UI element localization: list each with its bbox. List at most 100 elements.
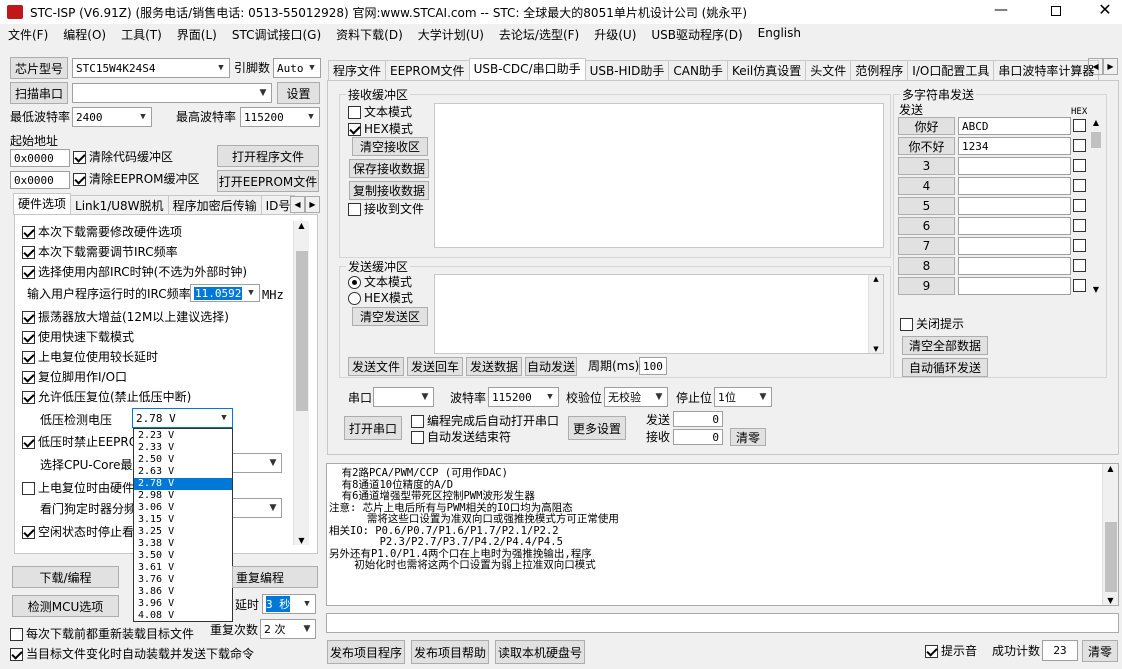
clear-all-data-button[interactable]: 清空全部数据 bbox=[902, 336, 988, 355]
low-voltage-option[interactable]: 4.08 V bbox=[134, 610, 232, 622]
log-scrollbar[interactable]: ▲ ▼ bbox=[1102, 464, 1118, 605]
clear-code-checkbox[interactable]: 清除代码缓冲区 bbox=[73, 149, 173, 165]
chip-model-button[interactable]: 芯片型号 bbox=[10, 57, 68, 79]
options-scrollbar[interactable]: ▲ ▼ bbox=[293, 221, 309, 545]
clear-receive-button[interactable]: 清空接收区 bbox=[352, 137, 428, 156]
low-voltage-select[interactable]: 2.78 V ▼ bbox=[132, 408, 233, 428]
arrow-right-icon[interactable]: ▶ bbox=[305, 196, 320, 213]
tab-keil[interactable]: Keil仿真设置 bbox=[726, 60, 807, 80]
multi-send-button[interactable]: 5 bbox=[898, 197, 955, 215]
max-baud-select[interactable]: 115200 ▼ bbox=[240, 107, 320, 127]
multi-send-button[interactable]: 你好 bbox=[898, 117, 955, 135]
multi-hex-checkbox[interactable] bbox=[1073, 119, 1086, 132]
tab-baud-calc[interactable]: 串口波特率计算器 bbox=[993, 60, 1100, 80]
low-voltage-option[interactable]: 2.63 V bbox=[134, 466, 232, 478]
tab-scroll-arrows[interactable]: ◀ ▶ bbox=[290, 196, 320, 213]
close-tip-checkbox[interactable]: 关闭提示 bbox=[900, 316, 964, 332]
auto-send-end-checkbox[interactable]: 自动发送结束符 bbox=[411, 429, 511, 445]
low-voltage-option[interactable]: 2.78 V bbox=[134, 478, 232, 490]
multi-string-scrollbar[interactable]: ▲ ▼ bbox=[1089, 118, 1103, 294]
multi-hex-checkbox[interactable] bbox=[1073, 239, 1086, 252]
send-text-mode-radio[interactable]: 文本模式 bbox=[348, 274, 412, 290]
reload-checkbox[interactable]: 每次下载前都重新装载目标文件 bbox=[10, 626, 194, 642]
low-voltage-dropdown-list[interactable]: 2.23 V 2.33 V 2.50 V 2.63 V 2.78 V 2.98 V 3.06… bbox=[133, 428, 233, 622]
menu-usb-driver[interactable]: USB驱动程序(D) bbox=[651, 26, 742, 46]
arrow-right-icon[interactable]: ▶ bbox=[1103, 58, 1118, 75]
menu-university[interactable]: 大学计划(U) bbox=[418, 26, 484, 46]
menu-interface[interactable]: 界面(L) bbox=[177, 26, 217, 46]
irc-frequency-select[interactable]: 11.0592 ▼ bbox=[190, 284, 260, 302]
period-input[interactable]: 100 bbox=[639, 357, 667, 375]
arrow-left-icon[interactable]: ◀ bbox=[1088, 58, 1103, 75]
option-adjust-irc[interactable]: 本次下载需要调节IRC频率 bbox=[22, 244, 178, 260]
multi-send-input[interactable] bbox=[958, 257, 1071, 275]
clear-count-button[interactable]: 清零 bbox=[730, 428, 766, 446]
save-receive-button[interactable]: 保存接收数据 bbox=[349, 159, 429, 178]
low-voltage-option[interactable]: 3.76 V bbox=[134, 574, 232, 586]
low-voltage-option[interactable]: 2.33 V bbox=[134, 442, 232, 454]
receive-textarea[interactable] bbox=[434, 103, 884, 248]
auto-loop-send-button[interactable]: 自动循环发送 bbox=[902, 358, 988, 377]
repeat-program-button[interactable]: 重复编程 bbox=[232, 566, 318, 588]
send-enter-button[interactable]: 发送回车 bbox=[407, 357, 463, 376]
pin-count-select[interactable]: Auto ▼ bbox=[273, 58, 321, 78]
log-output[interactable]: 有2路PCA/PWM/CCP (可用作DAC) 有8通道10位精度的A/D 有6… bbox=[326, 463, 1119, 606]
low-voltage-option[interactable]: 2.98 V bbox=[134, 490, 232, 502]
open-port-button[interactable]: 打开串口 bbox=[344, 416, 402, 440]
multi-send-button[interactable]: 7 bbox=[898, 237, 955, 255]
send-file-button[interactable]: 发送文件 bbox=[348, 357, 404, 376]
auto-reload-checkbox[interactable]: 当目标文件变化时自动装载并发送下载命令 bbox=[10, 646, 254, 662]
menu-file[interactable]: 文件(F) bbox=[8, 26, 48, 46]
tab-link1[interactable]: Link1/U8W脱机 bbox=[70, 195, 169, 215]
multi-send-input[interactable] bbox=[958, 157, 1071, 175]
option-poweron-reset[interactable]: 上电复位时由硬件 bbox=[22, 480, 134, 496]
tab-program-file[interactable]: 程序文件 bbox=[328, 60, 387, 80]
baud-select[interactable]: 115200 ▼ bbox=[488, 387, 559, 407]
multi-send-button[interactable]: 6 bbox=[898, 217, 955, 235]
close-icon[interactable]: ✕ bbox=[1090, 0, 1120, 22]
menu-english[interactable]: English bbox=[758, 26, 801, 46]
clear-send-button[interactable]: 清空发送区 bbox=[352, 307, 428, 326]
multi-hex-checkbox[interactable] bbox=[1073, 259, 1086, 272]
send-scrollbar[interactable]: ▲ ▼ bbox=[868, 275, 883, 353]
tab-eeprom-file[interactable]: EEPROM文件 bbox=[385, 60, 470, 80]
recv-hex-mode-checkbox[interactable]: HEX模式 bbox=[348, 121, 413, 137]
multi-send-button[interactable]: 4 bbox=[898, 177, 955, 195]
stop-bits-select[interactable]: 1位 ▼ bbox=[714, 387, 772, 407]
tab-header[interactable]: 头文件 bbox=[805, 60, 852, 80]
low-voltage-option[interactable]: 3.25 V bbox=[134, 526, 232, 538]
chip-model-select[interactable]: STC15W4K24S4 ▼ bbox=[72, 58, 230, 78]
low-voltage-option[interactable]: 3.50 V bbox=[134, 550, 232, 562]
repeat-count-select[interactable]: 2 次 ▼ bbox=[260, 619, 316, 639]
option-idle-watchdog[interactable]: 空闲状态时停止看 bbox=[22, 524, 134, 540]
publish-help-button[interactable]: 发布项目帮助 bbox=[411, 640, 489, 664]
maximize-icon[interactable] bbox=[1041, 2, 1071, 22]
detect-mcu-button[interactable]: 检测MCU选项 bbox=[12, 595, 119, 617]
clear-success-count-button[interactable]: 清零 bbox=[1082, 640, 1118, 662]
low-voltage-option[interactable]: 3.96 V bbox=[134, 598, 232, 610]
send-textarea[interactable]: ▲ ▼ bbox=[434, 274, 884, 354]
option-internal-irc[interactable]: 选择使用内部IRC时钟(不选为外部时钟) bbox=[22, 264, 247, 280]
tab-usb-cdc[interactable]: USB-CDC/串口助手 bbox=[468, 58, 586, 80]
menu-debug[interactable]: STC调试接口(G) bbox=[232, 26, 321, 46]
tab-io-config[interactable]: I/O口配置工具 bbox=[907, 60, 995, 80]
multi-send-input[interactable] bbox=[958, 277, 1071, 295]
multi-hex-checkbox[interactable] bbox=[1073, 139, 1086, 152]
right-tab-scroll[interactable]: ◀ ▶ bbox=[1088, 58, 1118, 75]
low-voltage-option[interactable]: 3.15 V bbox=[134, 514, 232, 526]
tab-examples[interactable]: 范例程序 bbox=[850, 60, 909, 80]
low-voltage-option[interactable]: 3.06 V bbox=[134, 502, 232, 514]
option-lv-eeprom[interactable]: 低压时禁止EEPROM bbox=[22, 434, 149, 450]
tab-hardware-options[interactable]: 硬件选项 bbox=[13, 193, 72, 215]
cpu-core-select[interactable]: ▼ bbox=[232, 453, 282, 473]
download-program-button[interactable]: 下载/编程 bbox=[12, 566, 119, 588]
multi-send-input[interactable] bbox=[958, 177, 1071, 195]
multi-send-button[interactable]: 8 bbox=[898, 257, 955, 275]
minimize-icon[interactable]: — bbox=[986, 2, 1016, 22]
min-baud-select[interactable]: 2400 ▼ bbox=[72, 107, 152, 127]
scan-port-button[interactable]: 扫描串口 bbox=[10, 82, 68, 104]
open-program-file-button[interactable]: 打开程序文件 bbox=[217, 145, 319, 167]
multi-send-input[interactable] bbox=[958, 237, 1071, 255]
low-voltage-option[interactable]: 2.23 V bbox=[134, 430, 232, 442]
menu-tools[interactable]: 工具(T) bbox=[121, 26, 162, 46]
